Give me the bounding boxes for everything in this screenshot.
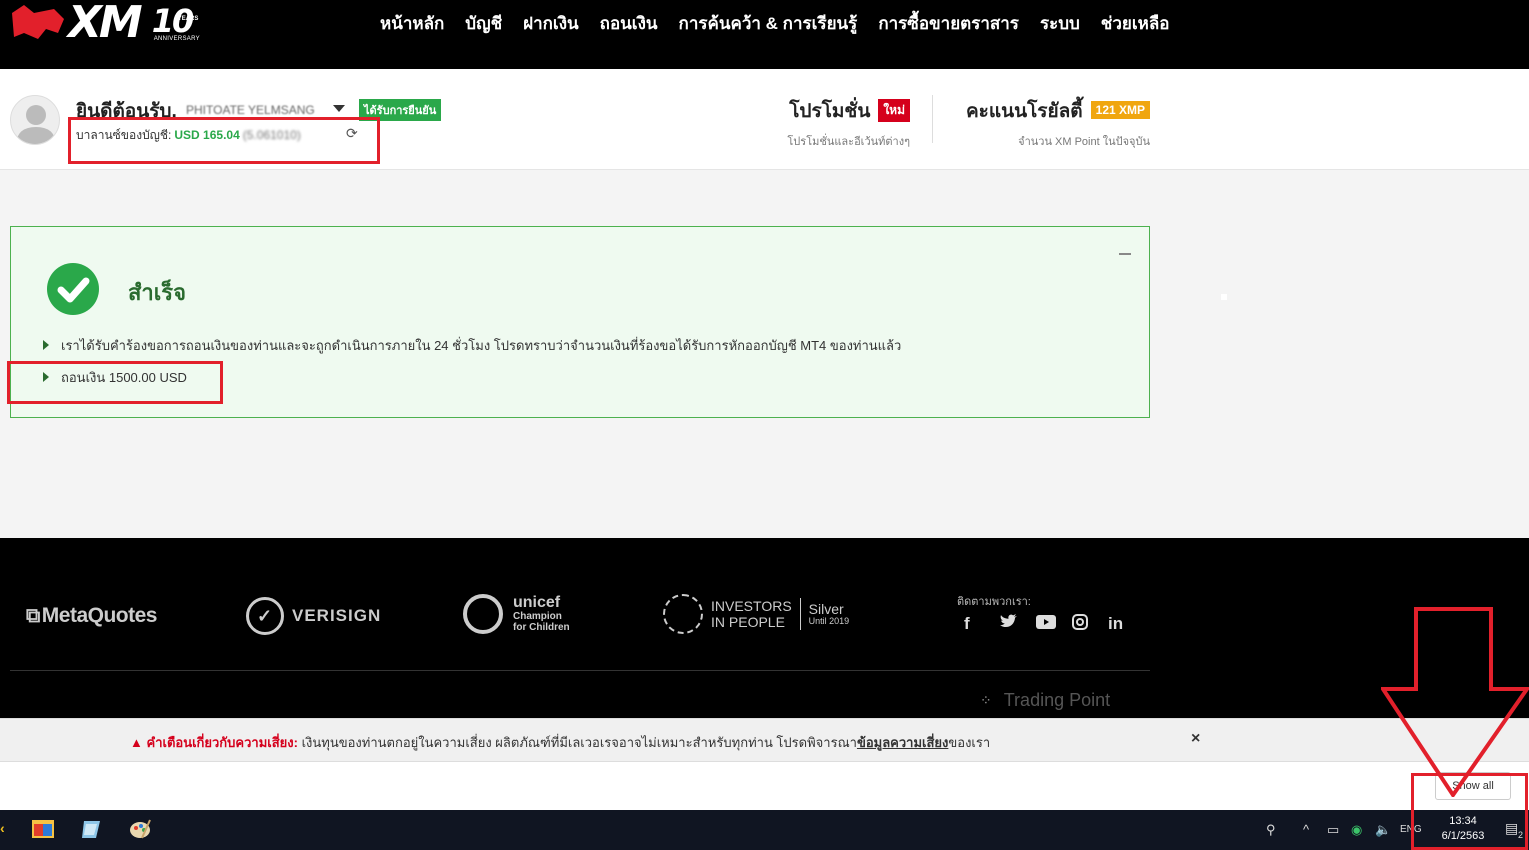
trading-point-logo: ⁘ Trading Point — [980, 690, 1110, 711]
anniversary-badge: 10 YEARS ANNIVERSARY — [152, 2, 204, 44]
decorative-dot — [1221, 294, 1227, 300]
trading-point-text: Trading Point — [1003, 690, 1111, 710]
risk-warning-body: เงินทุนของท่านตกอยู่ในความเสี่ยง ผลิตภัณ… — [297, 735, 857, 750]
main-content: สำเร็จ เราได้รับคำร้องขอการถอนเงินของท่า… — [0, 170, 1529, 538]
bull-icon — [12, 5, 64, 39]
close-risk-warning-button[interactable]: × — [1191, 730, 1200, 748]
iip-until: Until 2019 — [808, 616, 850, 626]
nav-research[interactable]: การค้นคว้า & การเรียนรู้ — [679, 10, 858, 37]
file-explorer-icon[interactable] — [31, 818, 55, 840]
nav-instruments[interactable]: การซื้อขายตราสาร — [878, 10, 1019, 37]
loyalty-block[interactable]: คะแนนโรยัลตี้ 121 XMP จำนวน XM Point ในปั… — [966, 96, 1150, 150]
nav-platforms[interactable]: ระบบ — [1040, 10, 1080, 37]
volume-icon[interactable]: 🔈 — [1375, 822, 1391, 838]
nav-home[interactable]: หน้าหลัก — [380, 10, 444, 37]
promotions-title: โปรโมชั่น — [789, 101, 871, 122]
success-check-icon — [47, 263, 99, 315]
loyalty-title: คะแนนโรยัลตี้ — [965, 101, 1083, 122]
main-menu: หน้าหลัก บัญชี ฝากเงิน ถอนเงิน การค้นคว้… — [380, 10, 1190, 37]
notes-app-icon[interactable] — [80, 818, 104, 840]
youtube-icon[interactable] — [1036, 614, 1072, 635]
collapse-icon[interactable] — [1119, 253, 1131, 255]
unicef-sub1: Champion — [513, 611, 562, 622]
app-tray-icon[interactable]: ◉ — [1351, 822, 1362, 838]
unicef-sub2: for Children — [513, 622, 570, 633]
show-hidden-icons-chevron-icon[interactable]: ^ — [1303, 822, 1309, 837]
trading-point-dots-icon: ⁘ — [980, 692, 994, 708]
header-divider — [932, 95, 933, 143]
nav-deposit[interactable]: ฝากเงิน — [523, 10, 579, 37]
social-links: f in — [964, 614, 1144, 635]
iip-silver: Silver — [808, 601, 844, 617]
metaquotes-icon: ⧉ — [26, 605, 40, 627]
verisign-logo[interactable]: ✓ VERISIGN — [246, 597, 381, 635]
unicef-ring-icon — [463, 594, 503, 634]
success-message-text: เราได้รับคำร้องขอการถอนเงินของท่านและจะถ… — [61, 338, 902, 353]
risk-warning-end: ของเรา — [948, 735, 991, 750]
people-icon[interactable]: ⚲ — [1266, 822, 1276, 838]
taskbar-chevron-icon[interactable]: ‹ — [0, 820, 5, 836]
facebook-icon[interactable]: f — [964, 614, 1000, 635]
anniversary-label: ANNIVERSARY — [153, 36, 200, 42]
success-title: สำเร็จ — [128, 280, 187, 305]
annotation-withdraw-box — [7, 361, 223, 404]
instagram-icon[interactable] — [1072, 614, 1108, 635]
investors-in-people-logo[interactable]: INVESTORS IN PEOPLE Silver Until 2019 — [663, 594, 849, 634]
bullet-arrow-icon — [43, 340, 49, 350]
account-dropdown-caret-icon[interactable] — [333, 105, 345, 112]
verisign-check-icon: ✓ — [246, 597, 284, 635]
iip-line1: INVESTORS — [711, 598, 792, 614]
risk-warning-bar: ▲ คำเตือนเกี่ยวกับความเสี่ยง: เงินทุนของ… — [0, 718, 1529, 761]
annotation-down-arrow-icon — [1381, 607, 1529, 797]
nav-accounts[interactable]: บัญชี — [465, 10, 502, 37]
promotions-subtitle: โปรโมชั่นและอีเว้นท์ต่างๆ — [787, 136, 910, 148]
iip-line2: IN PEOPLE — [711, 614, 785, 630]
logo-text: XM — [68, 0, 143, 48]
metaquotes-text: MetaQuotes — [41, 604, 158, 627]
loyalty-points-badge: 121 XMP — [1090, 101, 1150, 119]
footer-divider — [10, 670, 1150, 671]
iip-divider — [799, 598, 801, 630]
linkedin-icon[interactable]: in — [1108, 614, 1144, 635]
unicef-logo[interactable]: unicef Champion for Children — [463, 594, 570, 634]
warning-icon: ▲ — [130, 735, 143, 750]
anniversary-years: YEARS — [177, 16, 199, 22]
risk-info-link[interactable]: ข้อมูลความเสี่ยง — [857, 735, 948, 750]
unicef-text: unicef — [513, 594, 561, 611]
paint-app-icon[interactable] — [128, 818, 152, 840]
verisign-text: VERISIGN — [292, 606, 382, 625]
account-holder-name: PHITOATE YELMSANG — [186, 103, 315, 117]
windows-taskbar: ‹ ⚲ ^ ▭ ◉ 🔈 ENG 13:34 6/1/2563 ▤ 2 — [0, 810, 1529, 850]
new-badge: ใหม่ — [878, 99, 910, 122]
network-icon[interactable]: ▭ — [1327, 822, 1339, 838]
metaquotes-logo[interactable]: ⧉MetaQuotes — [26, 604, 157, 628]
risk-warning-text: ▲ คำเตือนเกี่ยวกับความเสี่ยง: เงินทุนของ… — [130, 732, 990, 753]
nav-withdraw[interactable]: ถอนเงิน — [600, 10, 658, 37]
xm-logo[interactable]: XM 10 YEARS ANNIVERSARY — [10, 0, 204, 48]
twitter-icon[interactable] — [1000, 614, 1036, 635]
footer: ⧉MetaQuotes ✓ VERISIGN unicef Champion fo… — [0, 538, 1529, 718]
download-shelf: Show all — [0, 761, 1529, 810]
user-silhouette-icon — [16, 105, 56, 144]
follow-us-label: ติดตามพวกเรา: — [957, 596, 1031, 608]
loyalty-subtitle: จำนวน XM Point ในปัจจุบัน — [1018, 136, 1150, 148]
nav-help[interactable]: ช่วยเหลือ — [1101, 10, 1170, 37]
wreath-icon — [663, 594, 703, 634]
avatar[interactable] — [10, 95, 60, 145]
annotation-balance-box — [68, 117, 380, 164]
success-message: เราได้รับคำร้องขอการถอนเงินของท่านและจะถ… — [43, 335, 901, 356]
annotation-show-all-box — [1411, 773, 1528, 850]
risk-warning-title: คำเตือนเกี่ยวกับความเสี่ยง: — [146, 735, 298, 750]
promotions-block[interactable]: โปรโมชั่น ใหม่ โปรโมชั่นและอีเว้นท์ต่างๆ — [787, 96, 910, 150]
top-navigation-bar: XM 10 YEARS ANNIVERSARY หน้าหลัก บัญชี ฝ… — [0, 0, 1529, 69]
